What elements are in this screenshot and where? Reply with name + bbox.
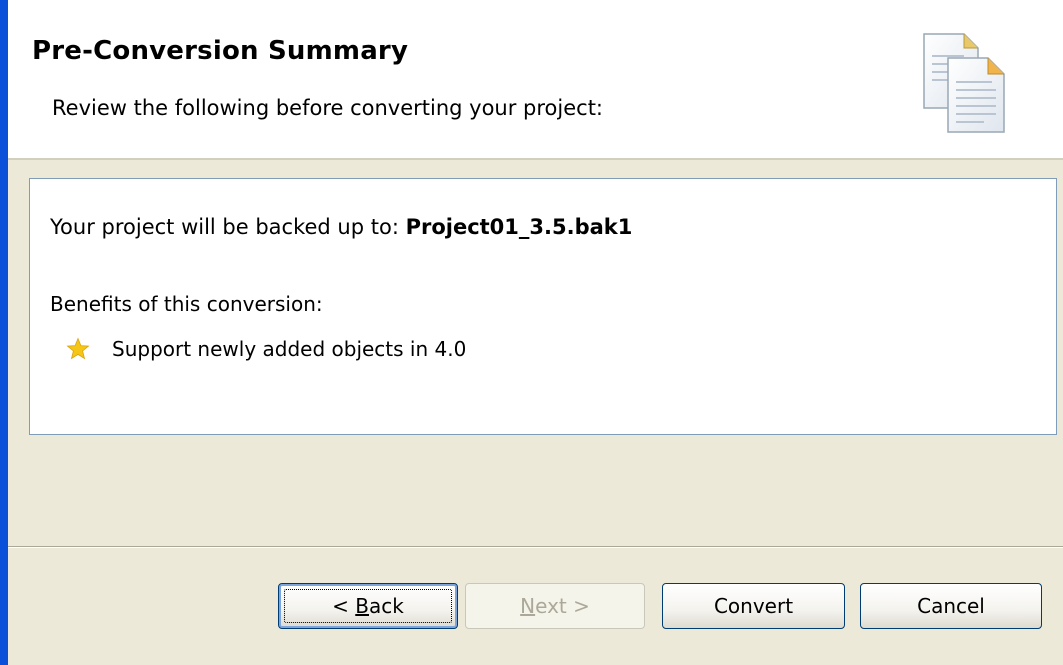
backup-filename: Project01_3.5.bak1 <box>405 215 633 239</box>
next-button[interactable]: Next > <box>465 583 645 629</box>
next-button-label: Next > <box>520 594 590 618</box>
benefit-label: Support newly added objects in 4.0 <box>112 337 467 361</box>
back-button[interactable]: < Back <box>278 583 458 629</box>
page-subtitle: Review the following before converting y… <box>52 96 604 120</box>
window-left-border <box>0 0 8 665</box>
button-bar-separator <box>8 546 1063 548</box>
star-icon <box>66 337 90 360</box>
benefits-label: Benefits of this conversion: <box>50 292 323 316</box>
convert-button[interactable]: Convert <box>662 583 845 629</box>
wizard-header: Pre-Conversion Summary Review the follow… <box>8 0 1063 160</box>
cancel-button[interactable]: Cancel <box>860 583 1042 629</box>
benefit-item: Support newly added objects in 4.0 <box>66 337 466 361</box>
summary-panel: Your project will be backed up to: Proje… <box>29 178 1057 435</box>
conversion-wizard-dialog: Pre-Conversion Summary Review the follow… <box>0 0 1063 665</box>
backup-info: Your project will be backed up to: Proje… <box>50 215 632 239</box>
backup-label: Your project will be backed up to: <box>50 215 406 239</box>
convert-button-label: Convert <box>713 594 794 618</box>
page-title: Pre-Conversion Summary <box>32 36 409 66</box>
cancel-button-label: Cancel <box>917 594 985 618</box>
focus-indicator <box>284 589 452 623</box>
documents-icon <box>923 33 1005 133</box>
